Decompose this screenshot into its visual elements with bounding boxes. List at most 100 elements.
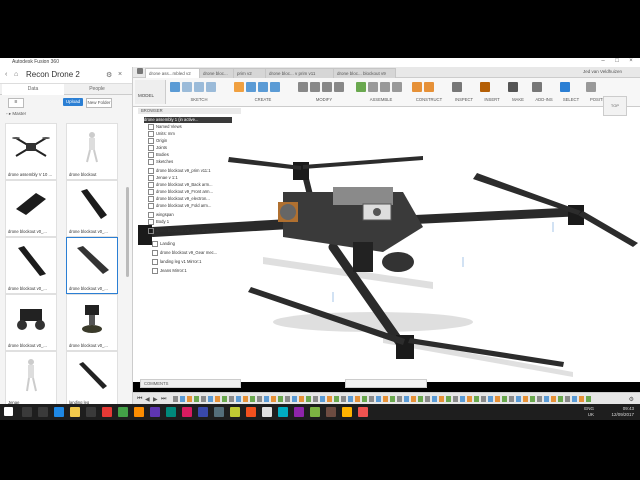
new-component-icon[interactable] <box>356 82 366 92</box>
tree-item[interactable]: Sketches <box>148 159 173 165</box>
timeline-feature-icon[interactable] <box>425 396 430 402</box>
box-icon[interactable] <box>234 82 244 92</box>
settings-icon[interactable]: ⚙ <box>106 71 112 79</box>
timeline-feature-icon[interactable] <box>208 396 213 402</box>
app-icon[interactable] <box>166 407 176 417</box>
modify-group[interactable]: MODIFY <box>297 80 351 104</box>
press-pull-icon[interactable] <box>298 82 308 92</box>
timeline-feature-icon[interactable] <box>453 396 458 402</box>
tree-item[interactable]: Jenae v 1:1 <box>148 175 178 181</box>
timeline-feature-icon[interactable] <box>187 396 192 402</box>
list-item[interactable]: Jenae <box>5 351 57 408</box>
tab-data[interactable]: Data <box>2 84 64 95</box>
app-icon[interactable] <box>214 407 224 417</box>
data-panel-scrollbar[interactable] <box>126 187 129 277</box>
sort-menu-icon[interactable]: ≡ <box>8 98 24 108</box>
tree-item[interactable]: Joints <box>148 145 167 151</box>
timeline-feature-icon[interactable] <box>586 396 591 402</box>
timeline-feature-icon[interactable] <box>306 396 311 402</box>
timeline-feature-icon[interactable] <box>313 396 318 402</box>
timeline-feature-icon[interactable] <box>523 396 528 402</box>
timeline-feature-icon[interactable] <box>327 396 332 402</box>
tree-item[interactable]: Units: mm <box>148 131 175 137</box>
timeline-feature-icon[interactable] <box>432 396 437 402</box>
tree-item[interactable]: landing leg v1 Mirror:1 <box>152 259 201 265</box>
fillet-icon[interactable] <box>310 82 320 92</box>
select-cursor-icon[interactable] <box>560 82 570 92</box>
tree-item[interactable]: drone blockout v9_Gear mec... <box>152 250 217 256</box>
timeline-end-icon[interactable]: ⏭ <box>161 396 166 403</box>
timeline-feature-icon[interactable] <box>376 396 381 402</box>
timeline-feature-icon[interactable] <box>502 396 507 402</box>
app-icon[interactable] <box>294 407 304 417</box>
workspace-switcher[interactable]: MODEL <box>135 80 166 104</box>
timeline-feature-icon[interactable] <box>551 396 556 402</box>
app-icon[interactable] <box>150 407 160 417</box>
select-group[interactable]: SELECT <box>559 80 583 104</box>
timeline-feature-icon[interactable] <box>173 396 178 402</box>
timeline-feature-icon[interactable] <box>516 396 521 402</box>
view-cube[interactable]: TOP <box>603 96 627 116</box>
timeline-feature-icon[interactable] <box>285 396 290 402</box>
timeline-feature-icon[interactable] <box>390 396 395 402</box>
app-icon[interactable] <box>246 407 256 417</box>
timeline-prev-icon[interactable]: ◀ <box>145 396 150 403</box>
file-explorer-icon[interactable] <box>70 407 80 417</box>
circle-icon[interactable] <box>206 82 216 92</box>
list-item[interactable]: landing leg <box>66 351 118 408</box>
search-icon[interactable] <box>22 407 32 417</box>
insert-icon[interactable] <box>480 82 490 92</box>
timeline-settings-icon[interactable]: ⚙ <box>629 396 634 403</box>
tree-item[interactable]: drone blockout v9_prim v11:1 <box>148 168 211 174</box>
timeline-feature-icon[interactable] <box>299 396 304 402</box>
timeline-play-icon[interactable]: ▶ <box>153 396 158 403</box>
timeline-feature-icon[interactable] <box>446 396 451 402</box>
tree-item[interactable]: Bodies <box>148 152 169 158</box>
list-item[interactable]: drone blockout v0_... <box>66 294 118 351</box>
tree-item[interactable]: drone blockout v9_electron... <box>148 196 210 202</box>
timeline-feature-icon[interactable] <box>355 396 360 402</box>
timeline-feature-icon[interactable] <box>201 396 206 402</box>
comments-panel[interactable]: COMMENTS <box>140 379 241 388</box>
timeline-feature-icon[interactable] <box>383 396 388 402</box>
insert-group[interactable]: INSERT <box>479 80 505 104</box>
timeline-feature-icon[interactable] <box>222 396 227 402</box>
store-icon[interactable] <box>86 407 96 417</box>
timeline-feature-icon[interactable] <box>579 396 584 402</box>
sketch-icon[interactable] <box>170 82 180 92</box>
timeline-start-icon[interactable]: ⏮ <box>137 396 142 403</box>
list-item[interactable]: drone blockout v0_... <box>66 180 118 237</box>
timeline-feature-icon[interactable] <box>334 396 339 402</box>
new-folder-button[interactable]: New Folder <box>86 98 112 108</box>
inspect-group[interactable]: INSPECT <box>451 80 477 104</box>
app-icon[interactable] <box>134 407 144 417</box>
close-panel-icon[interactable]: × <box>118 71 122 78</box>
timeline-feature-icon[interactable] <box>544 396 549 402</box>
revolve-icon[interactable] <box>258 82 268 92</box>
motion-link-icon[interactable] <box>392 82 402 92</box>
list-item[interactable]: drone assembly V 10 ... <box>5 123 57 180</box>
timeline-feature-icon[interactable] <box>411 396 416 402</box>
create-group[interactable]: CREATE <box>233 80 293 104</box>
timeline-feature-icon[interactable] <box>250 396 255 402</box>
timeline-feature-icon[interactable] <box>467 396 472 402</box>
edge-browser-icon[interactable] <box>54 407 64 417</box>
timeline-feature-icon[interactable] <box>495 396 500 402</box>
timeline-feature-icon[interactable] <box>348 396 353 402</box>
breadcrumb[interactable]: ◦ ▸ Master <box>6 111 26 117</box>
timeline-feature-icon[interactable] <box>320 396 325 402</box>
shell-icon[interactable] <box>334 82 344 92</box>
tree-item[interactable]: Origin <box>148 138 167 144</box>
timeline-feature-icon[interactable] <box>292 396 297 402</box>
close-button[interactable]: × <box>624 58 638 67</box>
app-icon[interactable] <box>182 407 192 417</box>
timeline-feature-icon[interactable] <box>341 396 346 402</box>
3d-print-icon[interactable] <box>508 82 518 92</box>
upload-button[interactable]: Upload <box>63 98 83 106</box>
timeline-feature-icon[interactable] <box>572 396 577 402</box>
app-icon[interactable] <box>310 407 320 417</box>
app-grid-icon[interactable] <box>137 68 143 74</box>
tree-item[interactable]: drone blockout v9_Gear arm V10... <box>148 228 221 234</box>
measure-icon[interactable] <box>452 82 462 92</box>
timeline-feature-icon[interactable] <box>481 396 486 402</box>
